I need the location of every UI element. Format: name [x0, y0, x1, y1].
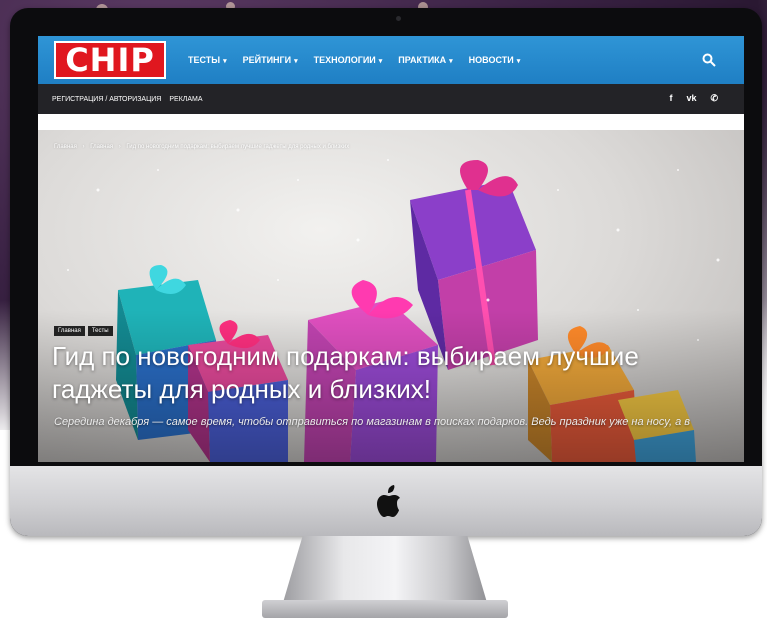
nav-item-technologies[interactable]: ТЕХНОЛОГИИ ▾ — [314, 55, 383, 65]
breadcrumb-separator: › — [118, 144, 121, 150]
site-logo[interactable]: CHIP — [54, 41, 166, 79]
facebook-icon[interactable]: f — [669, 93, 672, 104]
nav-item-label: РЕЙТИНГИ — [242, 55, 292, 65]
apple-logo-icon — [377, 485, 400, 517]
nav-item-ratings[interactable]: РЕЙТИНГИ ▾ — [243, 55, 298, 65]
site-header: CHIP ТЕСТЫ ▾ РЕЙТИНГИ ▾ ТЕХНОЛОГИИ ▾ ПРАКТИ… — [38, 36, 744, 84]
chevron-down-icon: ▾ — [378, 58, 383, 65]
secondary-bar: РЕГИСТРАЦИЯ / АВТОРИЗАЦИЯ РЕКЛАМА f vk ✆ — [38, 84, 744, 114]
breadcrumb-current: Гид по новогодним подаркам: выбираем луч… — [126, 144, 350, 150]
nav-item-label: НОВОСТИ — [468, 55, 514, 65]
featured-article[interactable]: Главная › Главная › Гид по новогодним по… — [38, 130, 744, 462]
nav-item-practice[interactable]: ПРАКТИКА ▾ — [398, 55, 452, 65]
vk-icon[interactable]: vk — [686, 93, 696, 104]
camera — [396, 16, 401, 21]
header-spacer — [38, 114, 744, 130]
article-tags: Главная Тесты — [54, 326, 113, 336]
chevron-down-icon: ▾ — [294, 58, 298, 65]
article-title[interactable]: Гид по новогодним подаркам: выбираем луч… — [52, 340, 692, 406]
browser-screen: CHIP ТЕСТЫ ▾ РЕЙТИНГИ ▾ ТЕХНОЛОГИИ ▾ ПРАКТИ… — [38, 36, 744, 462]
nav-item-news[interactable]: НОВОСТИ ▾ — [469, 55, 521, 65]
chevron-down-icon: ▾ — [223, 58, 227, 65]
login-register-link[interactable]: РЕГИСТРАЦИЯ / АВТОРИЗАЦИЯ — [52, 96, 161, 103]
chevron-down-icon: ▾ — [449, 58, 453, 65]
article-excerpt: Середина декабря — самое время, чтобы от… — [54, 416, 690, 428]
main-nav: ТЕСТЫ ▾ РЕЙТИНГИ ▾ ТЕХНОЛОГИИ ▾ ПРАКТИКА ▾ Н… — [188, 55, 520, 65]
nav-item-label: ПРАКТИКА — [398, 55, 447, 65]
breadcrumb: Главная › Главная › Гид по новогодним по… — [54, 144, 353, 150]
breadcrumb-item[interactable]: Главная — [54, 144, 77, 150]
chevron-down-icon: ▾ — [516, 58, 521, 65]
nav-item-label: ТЕХНОЛОГИИ — [313, 55, 376, 65]
monitor-stand — [282, 536, 488, 606]
tag-tests[interactable]: Тесты — [87, 326, 113, 336]
monitor-stand-base — [262, 600, 508, 618]
social-links: f vk ✆ — [669, 93, 718, 104]
breadcrumb-item[interactable]: Главная — [90, 144, 113, 150]
nav-item-tests[interactable]: ТЕСТЫ ▾ — [188, 55, 227, 65]
breadcrumb-separator: › — [82, 144, 85, 150]
tag-main[interactable]: Главная — [54, 326, 85, 336]
search-icon[interactable] — [702, 53, 716, 67]
nav-item-label: ТЕСТЫ — [188, 55, 221, 65]
advertising-link[interactable]: РЕКЛАМА — [169, 96, 202, 103]
viber-icon[interactable]: ✆ — [710, 93, 718, 104]
